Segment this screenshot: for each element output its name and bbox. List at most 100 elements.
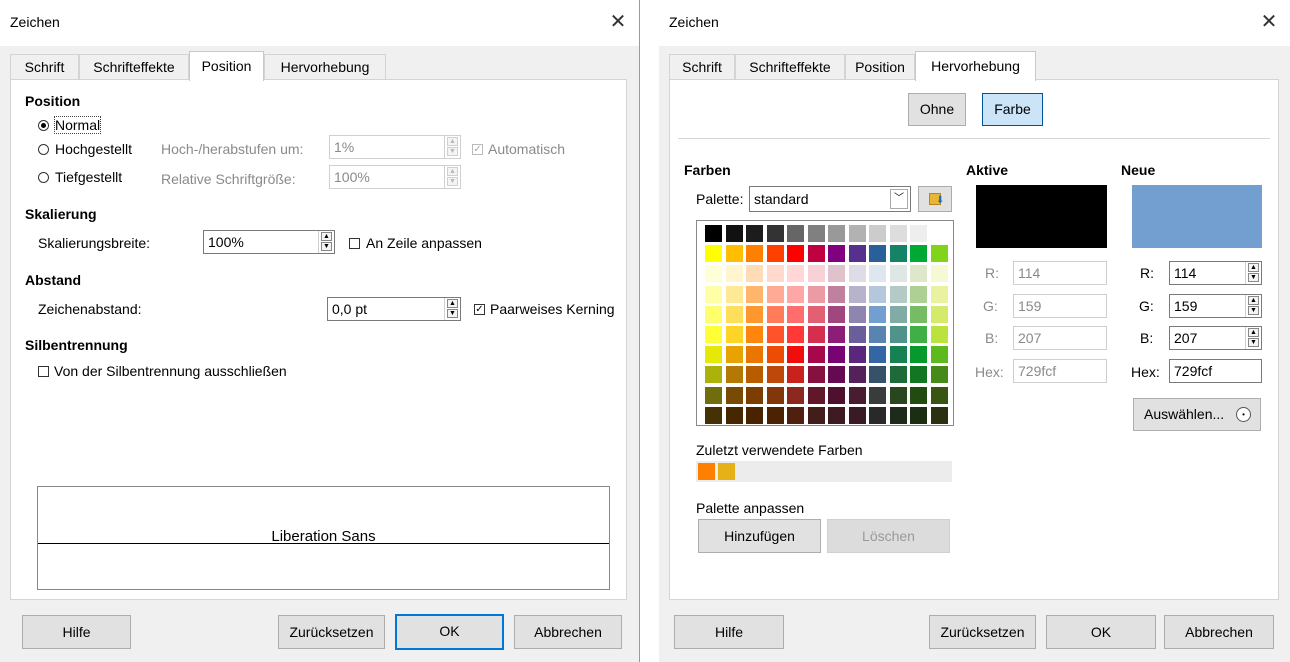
palette-swatch[interactable] — [787, 285, 804, 303]
palette-swatch[interactable] — [869, 305, 886, 323]
palette-swatch[interactable] — [930, 265, 948, 283]
tab-schrifteffekte[interactable]: Schrifteffekte — [79, 54, 189, 80]
palette-swatch[interactable] — [746, 225, 763, 242]
palette-swatch[interactable] — [766, 245, 784, 263]
palette-swatch[interactable] — [910, 346, 927, 364]
none-toggle-button[interactable]: Ohne — [908, 93, 966, 126]
char-spacing-field[interactable]: 0,0 pt ▲ ▼ — [327, 297, 461, 321]
new-hex-field[interactable]: 729fcf — [1169, 359, 1262, 383]
palette-swatch[interactable] — [725, 346, 743, 364]
palette-swatch[interactable] — [848, 305, 866, 323]
palette-swatch[interactable] — [746, 386, 763, 404]
palette-swatch[interactable] — [828, 326, 845, 343]
palette-swatch[interactable] — [910, 366, 927, 384]
palette-swatch[interactable] — [725, 285, 743, 303]
palette-swatch[interactable] — [889, 265, 907, 283]
palette-swatch[interactable] — [910, 245, 927, 263]
scaling-width-field[interactable]: 100% ▲ ▼ — [203, 230, 335, 254]
palette-swatch[interactable] — [828, 386, 845, 404]
new-g-spinner[interactable]: ▲ ▼ — [1245, 295, 1261, 317]
tab-hervorhebung[interactable]: Hervorhebung — [264, 54, 386, 80]
radio-hochgestellt[interactable] — [38, 144, 49, 155]
palette-swatch[interactable] — [787, 386, 804, 404]
palette-swatch[interactable] — [889, 386, 907, 404]
add-button[interactable]: Hinzufügen — [698, 519, 821, 553]
help-button[interactable]: Hilfe — [674, 615, 784, 649]
new-b-spinner[interactable]: ▲ ▼ — [1245, 327, 1261, 349]
palette-swatch[interactable] — [725, 225, 743, 242]
palette-swatch[interactable] — [807, 346, 825, 364]
hyphenation-checkbox[interactable] — [38, 366, 49, 377]
close-icon[interactable]: ✕ — [606, 10, 630, 34]
palette-swatch[interactable] — [889, 285, 907, 303]
palette-swatch[interactable] — [910, 305, 927, 323]
palette-swatch[interactable] — [869, 245, 886, 263]
palette-swatch[interactable] — [910, 406, 927, 424]
palette-import-button[interactable]: ⬇ — [918, 186, 952, 212]
palette-swatch[interactable] — [848, 346, 866, 364]
tab-hervorhebung[interactable]: Hervorhebung — [915, 51, 1036, 81]
palette-swatch[interactable] — [869, 346, 886, 364]
tab-schrift[interactable]: Schrift — [10, 54, 79, 80]
new-r-spinner[interactable]: ▲ ▼ — [1245, 262, 1261, 284]
palette-swatch[interactable] — [766, 386, 784, 404]
palette-swatch[interactable] — [828, 346, 845, 364]
palette-swatch[interactable] — [828, 285, 845, 303]
palette-swatch[interactable] — [787, 305, 804, 323]
palette-swatch[interactable] — [787, 265, 804, 283]
palette-swatch[interactable] — [725, 265, 743, 283]
recent-color-1[interactable] — [698, 463, 715, 480]
palette-swatch[interactable] — [766, 225, 784, 242]
kerning-label[interactable]: Paarweises Kerning — [490, 301, 615, 317]
palette-swatch[interactable] — [746, 265, 763, 283]
hyphenation-label[interactable]: Von der Silbentrennung ausschließen — [54, 363, 287, 379]
palette-swatch[interactable] — [807, 366, 825, 384]
radio-normal[interactable] — [38, 120, 49, 131]
palette-swatch[interactable] — [807, 245, 825, 263]
palette-swatch[interactable] — [725, 245, 743, 263]
palette-swatch[interactable] — [766, 265, 784, 283]
palette-swatch[interactable] — [807, 305, 825, 323]
fit-line-checkbox[interactable] — [349, 238, 360, 249]
palette-swatch[interactable] — [807, 285, 825, 303]
spin-up-icon[interactable]: ▲ — [1248, 263, 1259, 272]
palette-swatch[interactable] — [725, 366, 743, 384]
tab-schrift[interactable]: Schrift — [669, 54, 735, 80]
palette-swatch[interactable] — [910, 225, 927, 242]
scaling-width-spinner[interactable]: ▲ ▼ — [318, 231, 334, 253]
palette-swatch[interactable] — [869, 406, 886, 424]
palette-swatch[interactable] — [807, 386, 825, 404]
palette-swatch[interactable] — [766, 406, 784, 424]
spin-down-icon[interactable]: ▼ — [321, 242, 332, 251]
palette-swatch[interactable] — [930, 326, 948, 343]
palette-swatch[interactable] — [889, 225, 907, 242]
palette-swatch[interactable] — [889, 245, 907, 263]
palette-swatch[interactable] — [869, 326, 886, 343]
palette-swatch[interactable] — [705, 245, 722, 263]
palette-swatch[interactable] — [930, 366, 948, 384]
palette-swatch[interactable] — [787, 326, 804, 343]
palette-swatch[interactable] — [869, 225, 886, 242]
palette-swatch[interactable] — [807, 406, 825, 424]
palette-swatch[interactable] — [930, 245, 948, 263]
new-g-field[interactable]: 159 ▲ ▼ — [1169, 294, 1262, 318]
ok-button[interactable]: OK — [395, 614, 504, 650]
palette-swatch[interactable] — [705, 406, 722, 424]
palette-swatch[interactable] — [766, 346, 784, 364]
palette-swatch[interactable] — [725, 305, 743, 323]
palette-swatch[interactable] — [848, 225, 866, 242]
palette-swatch[interactable] — [705, 285, 722, 303]
palette-swatch[interactable] — [930, 386, 948, 404]
palette-swatch[interactable] — [766, 285, 784, 303]
palette-swatch[interactable] — [889, 326, 907, 343]
palette-swatch[interactable] — [828, 265, 845, 283]
palette-swatch[interactable] — [705, 225, 722, 242]
tab-position[interactable]: Position — [845, 54, 915, 80]
tab-position[interactable]: Position — [189, 51, 264, 81]
spin-up-icon[interactable]: ▲ — [321, 232, 332, 241]
new-b-field[interactable]: 207 ▲ ▼ — [1169, 326, 1262, 350]
palette-swatch[interactable] — [746, 305, 763, 323]
radio-tiefgestellt-label[interactable]: Tiefgestellt — [55, 169, 122, 185]
palette-swatch[interactable] — [930, 225, 948, 242]
spin-up-icon[interactable]: ▲ — [1248, 296, 1259, 305]
